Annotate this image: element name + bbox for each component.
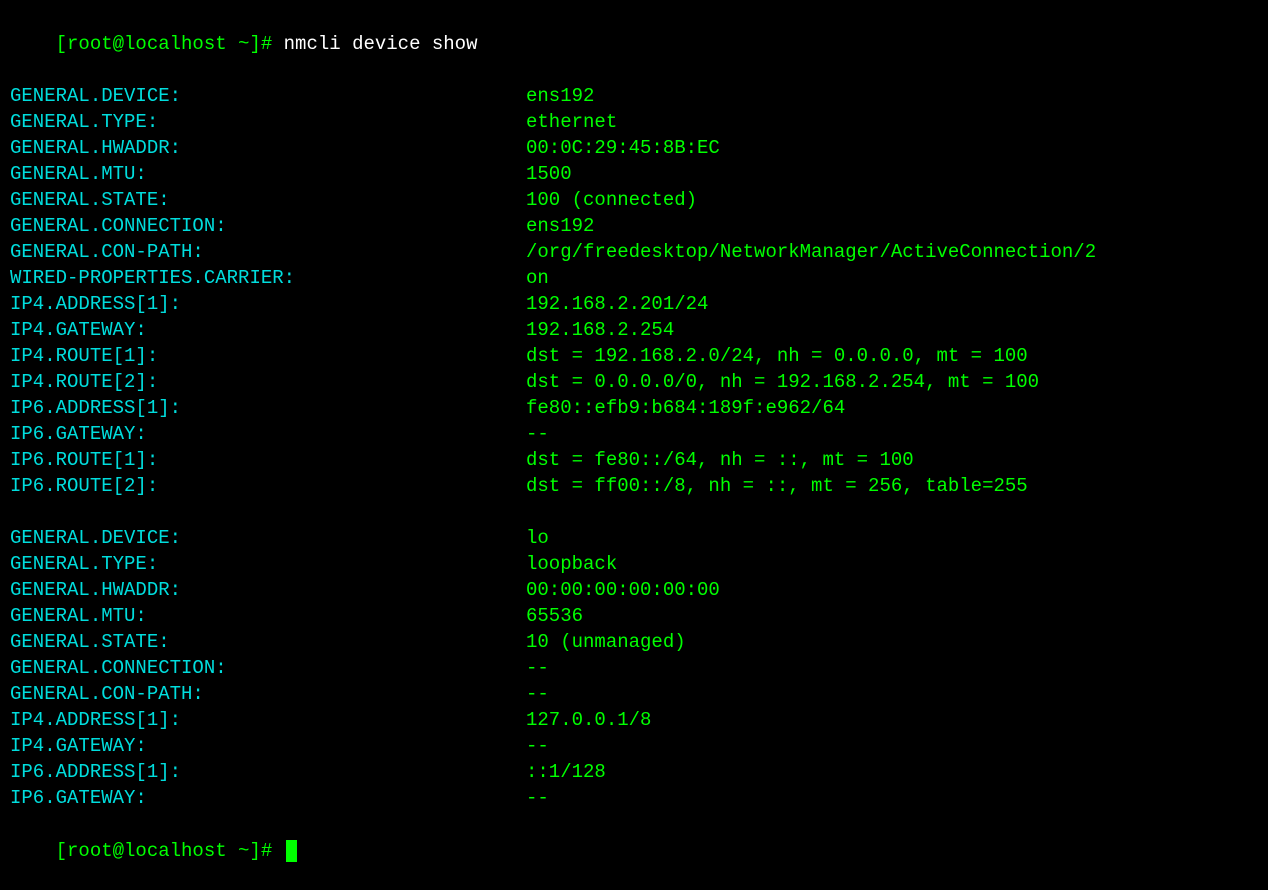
property-value: /org/freedesktop/NetworkManager/ActiveCo… [526, 241, 1096, 263]
property-value: dst = 192.168.2.0/24, nh = 0.0.0.0, mt =… [526, 345, 1028, 367]
shell-prompt: [root@localhost ~]# [56, 33, 284, 55]
property-value: 1500 [526, 163, 572, 185]
shell-command: nmcli device show [284, 33, 478, 55]
property-label: GENERAL.MTU: [10, 603, 526, 629]
property-label: GENERAL.HWADDR: [10, 135, 526, 161]
property-value: 127.0.0.1/8 [526, 709, 651, 731]
property-value: -- [526, 735, 549, 757]
property-label: GENERAL.CON-PATH: [10, 681, 526, 707]
device-property-row: GENERAL.DEVICE:ens192 [10, 83, 1258, 109]
property-label: GENERAL.STATE: [10, 187, 526, 213]
property-value: ens192 [526, 215, 594, 237]
property-value: dst = ff00::/8, nh = ::, mt = 256, table… [526, 475, 1028, 497]
property-label: GENERAL.DEVICE: [10, 525, 526, 551]
property-value: -- [526, 657, 549, 679]
property-value: -- [526, 787, 549, 809]
property-label: IP6.ROUTE[2]: [10, 473, 526, 499]
property-value: 00:00:00:00:00:00 [526, 579, 720, 601]
device-property-row: GENERAL.CONNECTION:ens192 [10, 213, 1258, 239]
property-label: GENERAL.TYPE: [10, 109, 526, 135]
device-property-row: GENERAL.MTU:1500 [10, 161, 1258, 187]
device-property-row: IP6.ROUTE[2]:dst = ff00::/8, nh = ::, mt… [10, 473, 1258, 499]
property-value: dst = fe80::/64, nh = ::, mt = 100 [526, 449, 914, 471]
device-property-row: GENERAL.STATE:10 (unmanaged) [10, 629, 1258, 655]
property-value: on [526, 267, 549, 289]
property-label: IP4.GATEWAY: [10, 317, 526, 343]
device-block-lo: GENERAL.DEVICE:lo GENERAL.TYPE:loopback … [10, 525, 1258, 811]
property-label: IP4.ADDRESS[1]: [10, 707, 526, 733]
property-label: IP6.GATEWAY: [10, 785, 526, 811]
property-value: 00:0C:29:45:8B:EC [526, 137, 720, 159]
device-property-row: IP6.GATEWAY:-- [10, 785, 1258, 811]
shell-prompt-line: [root@localhost ~]# [10, 811, 1258, 889]
property-value: -- [526, 683, 549, 705]
property-label: IP4.ADDRESS[1]: [10, 291, 526, 317]
property-label: GENERAL.CONNECTION: [10, 655, 526, 681]
device-property-row: GENERAL.TYPE:loopback [10, 551, 1258, 577]
property-label: GENERAL.CONNECTION: [10, 213, 526, 239]
device-property-row: IP6.GATEWAY:-- [10, 421, 1258, 447]
property-label: IP4.GATEWAY: [10, 733, 526, 759]
property-value: 100 (connected) [526, 189, 697, 211]
property-value: ethernet [526, 111, 617, 133]
device-property-row: GENERAL.CON-PATH:-- [10, 681, 1258, 707]
device-property-row: IP4.ROUTE[2]:dst = 0.0.0.0/0, nh = 192.1… [10, 369, 1258, 395]
device-property-row: IP4.ADDRESS[1]:127.0.0.1/8 [10, 707, 1258, 733]
property-value: 192.168.2.201/24 [526, 293, 708, 315]
property-value: ::1/128 [526, 761, 606, 783]
property-label: IP6.ADDRESS[1]: [10, 759, 526, 785]
device-property-row: GENERAL.CONNECTION:-- [10, 655, 1258, 681]
property-label: IP4.ROUTE[1]: [10, 343, 526, 369]
device-property-row: GENERAL.HWADDR:00:00:00:00:00:00 [10, 577, 1258, 603]
device-property-row: IP4.GATEWAY:192.168.2.254 [10, 317, 1258, 343]
cursor-icon [286, 840, 297, 862]
property-value: ens192 [526, 85, 594, 107]
device-property-row: GENERAL.CON-PATH:/org/freedesktop/Networ… [10, 239, 1258, 265]
shell-prompt: [root@localhost ~]# [56, 840, 284, 862]
device-property-row: GENERAL.HWADDR:00:0C:29:45:8B:EC [10, 135, 1258, 161]
device-property-row: IP6.ROUTE[1]:dst = fe80::/64, nh = ::, m… [10, 447, 1258, 473]
shell-prompt-line: [root@localhost ~]# nmcli device show [10, 5, 1258, 83]
device-property-row: IP4.ADDRESS[1]:192.168.2.201/24 [10, 291, 1258, 317]
device-property-row: WIRED-PROPERTIES.CARRIER:on [10, 265, 1258, 291]
device-property-row: IP4.GATEWAY:-- [10, 733, 1258, 759]
device-property-row: IP4.ROUTE[1]:dst = 192.168.2.0/24, nh = … [10, 343, 1258, 369]
property-value: 192.168.2.254 [526, 319, 674, 341]
property-label: GENERAL.HWADDR: [10, 577, 526, 603]
property-label: GENERAL.CON-PATH: [10, 239, 526, 265]
property-label: GENERAL.DEVICE: [10, 83, 526, 109]
device-property-row: GENERAL.DEVICE:lo [10, 525, 1258, 551]
property-label: IP6.ROUTE[1]: [10, 447, 526, 473]
property-label: GENERAL.TYPE: [10, 551, 526, 577]
terminal[interactable]: [root@localhost ~]# nmcli device show GE… [10, 5, 1258, 890]
property-label: IP6.GATEWAY: [10, 421, 526, 447]
property-label: IP4.ROUTE[2]: [10, 369, 526, 395]
device-property-row: GENERAL.STATE:100 (connected) [10, 187, 1258, 213]
property-label: WIRED-PROPERTIES.CARRIER: [10, 265, 526, 291]
property-value: lo [526, 527, 549, 549]
property-value: 10 (unmanaged) [526, 631, 686, 653]
blank-line [10, 499, 1258, 525]
property-value: fe80::efb9:b684:189f:e962/64 [526, 397, 845, 419]
device-property-row: IP6.ADDRESS[1]:::1/128 [10, 759, 1258, 785]
device-property-row: GENERAL.TYPE:ethernet [10, 109, 1258, 135]
property-label: IP6.ADDRESS[1]: [10, 395, 526, 421]
property-label: GENERAL.STATE: [10, 629, 526, 655]
property-value: -- [526, 423, 549, 445]
property-value: loopback [526, 553, 617, 575]
property-value: dst = 0.0.0.0/0, nh = 192.168.2.254, mt … [526, 371, 1039, 393]
device-property-row: IP6.ADDRESS[1]:fe80::efb9:b684:189f:e962… [10, 395, 1258, 421]
device-block-ens192: GENERAL.DEVICE:ens192 GENERAL.TYPE:ether… [10, 83, 1258, 499]
property-label: GENERAL.MTU: [10, 161, 526, 187]
device-property-row: GENERAL.MTU:65536 [10, 603, 1258, 629]
property-value: 65536 [526, 605, 583, 627]
